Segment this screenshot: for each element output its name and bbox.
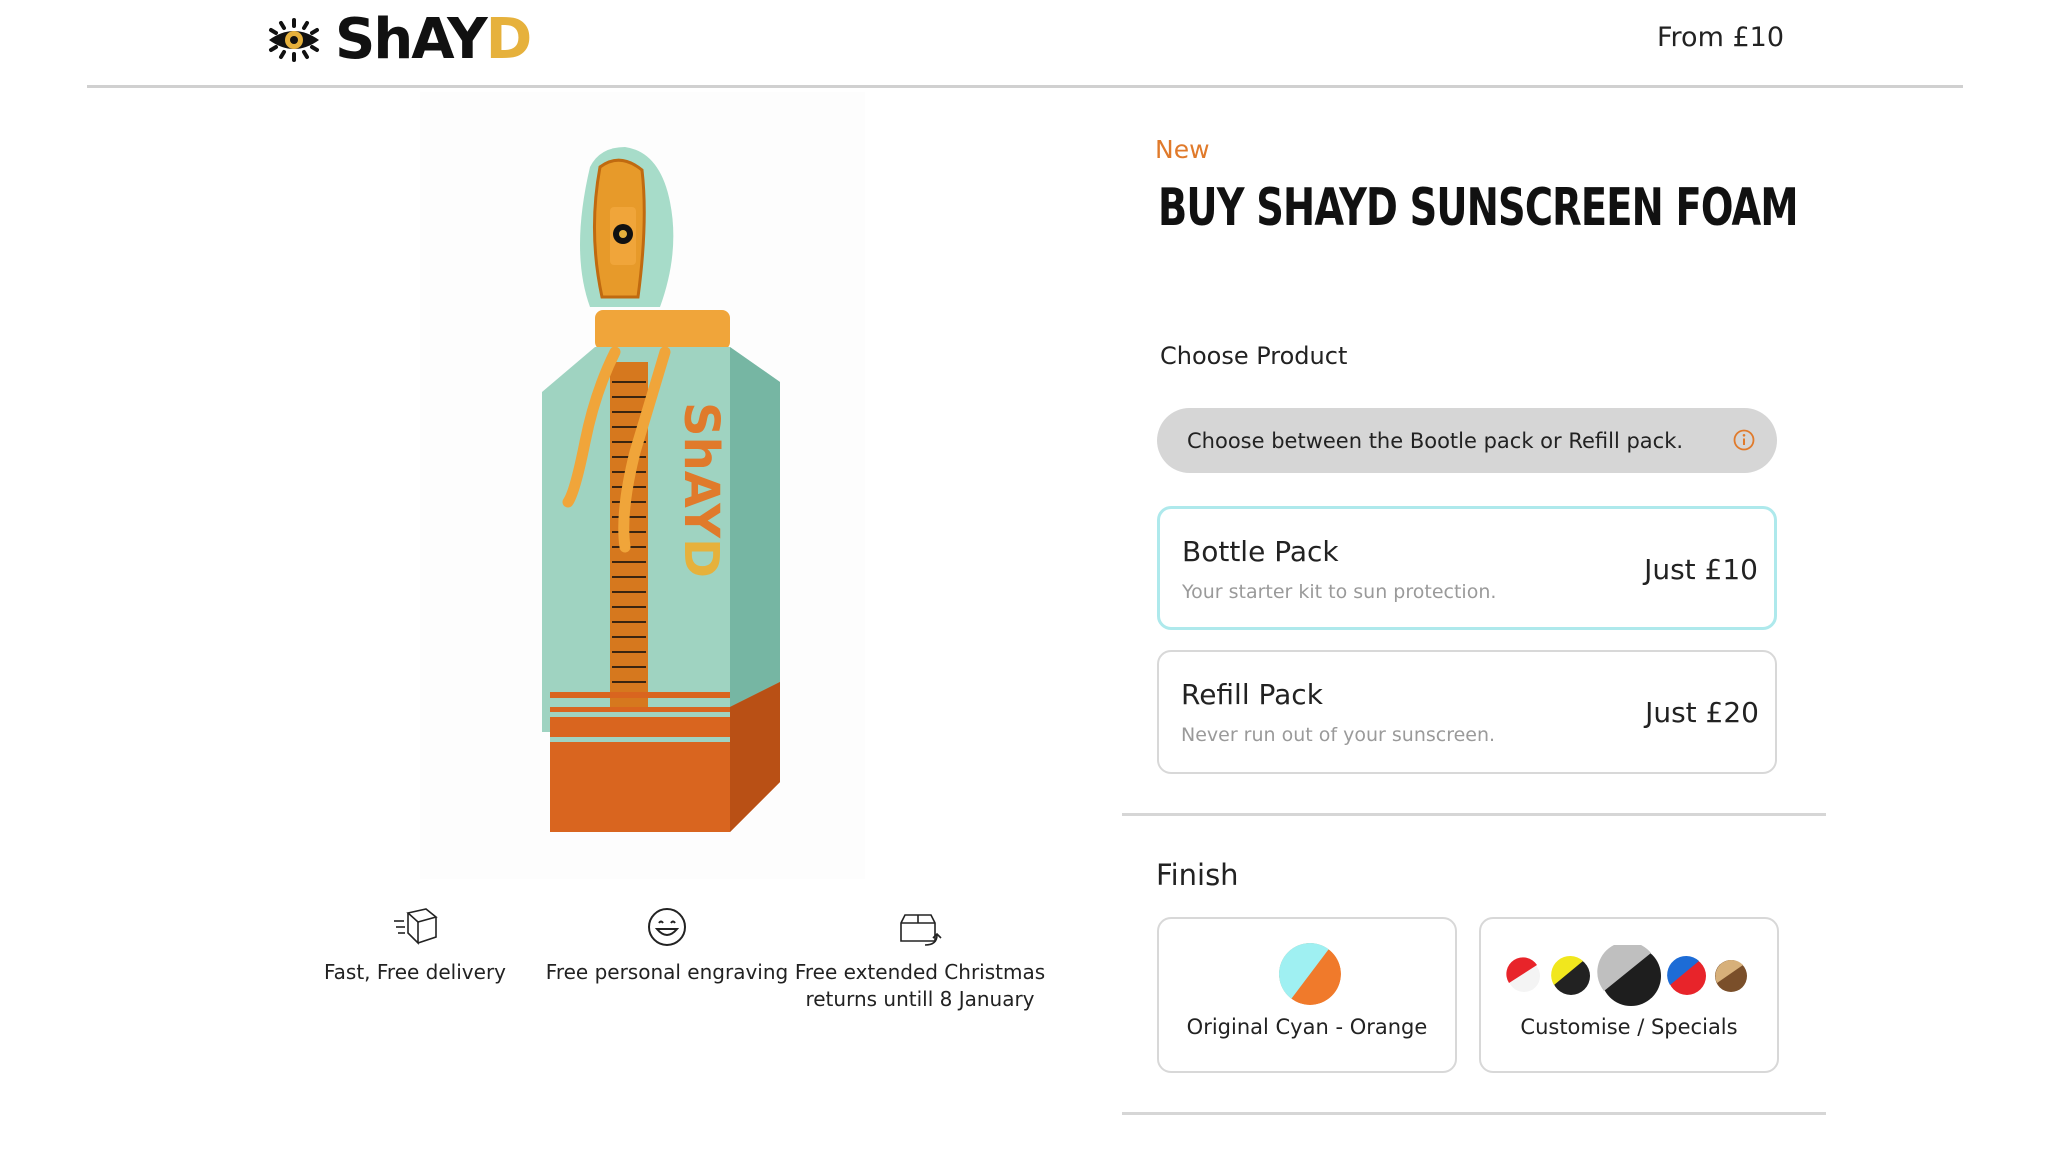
pack-description: Never run out of your sunscreen. (1181, 724, 1496, 746)
sunscreen-bottle-image: ShAYD (542, 147, 780, 832)
feature-line: returns untill 8 January (805, 987, 1035, 1011)
refill-pack-option[interactable]: Refill Pack Never run out of your sunscr… (1157, 650, 1777, 774)
blue-red-swatch-icon (1667, 956, 1706, 995)
from-price: From £10 (1656, 22, 1784, 53)
pack-price: Just £10 (1644, 553, 1758, 586)
pack-name: Refill Pack (1181, 678, 1323, 711)
finish-option-label: Original Cyan - Orange (1186, 1015, 1428, 1039)
delivery-box-icon (394, 908, 438, 945)
return-box-icon (900, 914, 942, 946)
choose-info-text: Choose between the Bootle pack or Refill… (1187, 428, 1684, 453)
pack-price: Just £20 (1645, 696, 1759, 729)
section-divider-bottom (1122, 1112, 1826, 1115)
site-header: ShAYD From £10 (0, 0, 2048, 86)
product-image: ShAYD (420, 92, 865, 879)
special-swatches (1506, 945, 1747, 1006)
choose-info-bar: Choose between the Bootle pack or Refill… (1157, 408, 1777, 473)
cyan-orange-swatch-icon (1279, 943, 1341, 1005)
feature-line: Free extended Christmas (794, 960, 1046, 984)
feature-list: Fast, Free delivery Free personal engrav… (300, 905, 1060, 1025)
finish-option-original[interactable]: Original Cyan - Orange (1157, 917, 1457, 1073)
feature-free-delivery: Fast, Free delivery (300, 905, 530, 986)
grey-black-swatch-icon (1597, 945, 1661, 1006)
brown-tan-swatch-icon (1715, 960, 1747, 992)
info-icon[interactable] (1733, 429, 1755, 451)
product-title: BUY SHAYD SUNSCREEN FOAM (1158, 178, 1799, 238)
finish-label: Finish (1156, 858, 1239, 892)
new-tag: New (1155, 135, 1210, 164)
feature-line: Free personal engraving (545, 960, 789, 984)
red-white-swatch-icon (1506, 957, 1540, 992)
header-divider (87, 85, 1963, 88)
feature-engraving: Free personal engraving (532, 905, 802, 986)
pack-description: Your starter kit to sun protection. (1182, 581, 1497, 603)
brand-logo[interactable]: ShAYD (265, 7, 532, 72)
feature-line: Fast, Free delivery (323, 960, 506, 984)
brand-wordmark: ShAYD (335, 7, 532, 72)
choose-product-label: Choose Product (1160, 342, 1348, 370)
pack-name: Bottle Pack (1182, 535, 1339, 568)
bottle-pack-option[interactable]: Bottle Pack Your starter kit to sun prot… (1157, 506, 1777, 630)
svg-text:ShAYD: ShAYD (673, 402, 729, 578)
yellow-black-swatch-icon (1551, 956, 1590, 995)
finish-option-customise[interactable]: Customise / Specials (1479, 917, 1779, 1073)
finish-option-label: Customise / Specials (1520, 1015, 1738, 1039)
section-divider (1122, 813, 1826, 816)
feature-christmas-returns: Free extended Christmas returns untill 8… (790, 905, 1050, 1013)
eye-logo-icon (269, 18, 319, 62)
smiley-face-icon (648, 908, 686, 946)
